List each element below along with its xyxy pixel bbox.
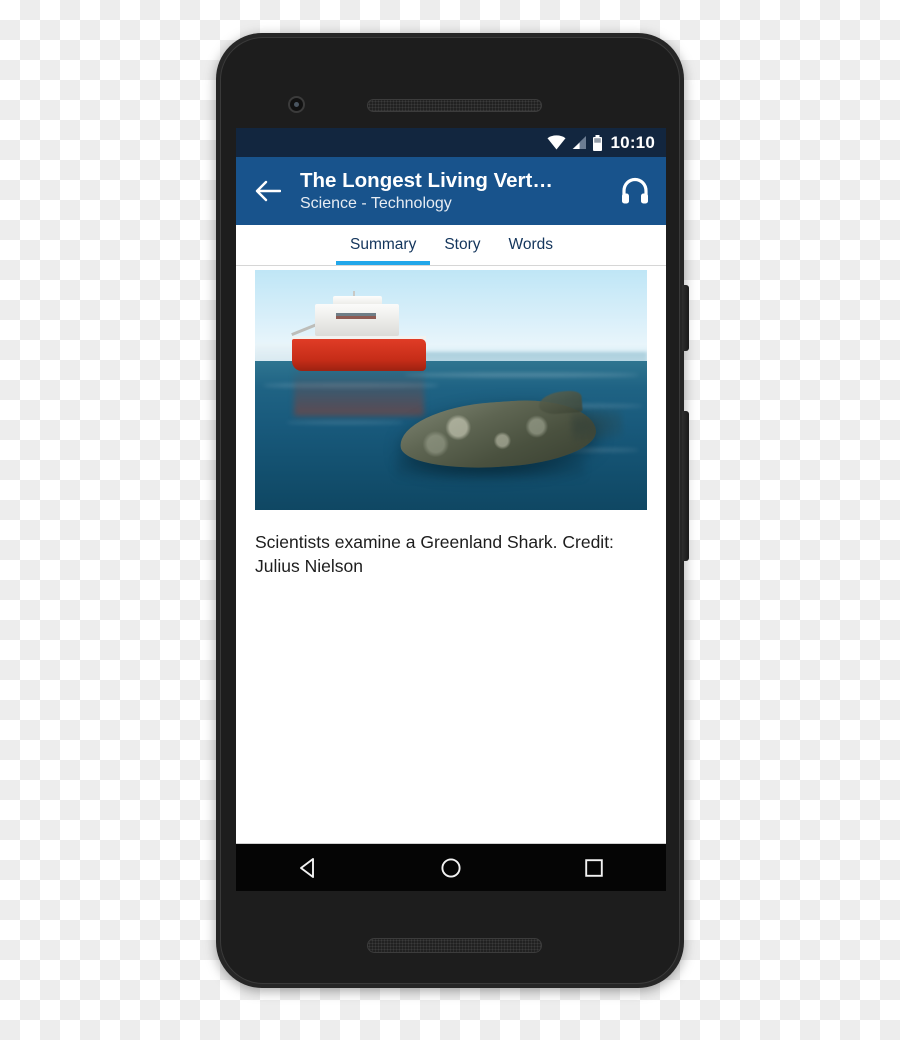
bottom-speaker-grille bbox=[367, 938, 542, 953]
page-subtitle: Science - Technology bbox=[300, 195, 452, 212]
nav-recents-button[interactable] bbox=[565, 844, 623, 892]
tab-words[interactable]: Words bbox=[495, 225, 568, 265]
headphones-button[interactable] bbox=[616, 172, 654, 210]
front-camera-icon bbox=[288, 96, 305, 113]
vessel-superstructure bbox=[315, 304, 400, 336]
volume-rocker-button[interactable] bbox=[682, 411, 689, 561]
tab-bar: Summary Story Words bbox=[236, 225, 666, 266]
battery-icon bbox=[592, 134, 603, 151]
tab-story[interactable]: Story bbox=[430, 225, 494, 265]
cell-signal-icon bbox=[571, 135, 587, 150]
wifi-icon bbox=[547, 135, 566, 150]
back-arrow-button[interactable] bbox=[250, 174, 284, 208]
nav-home-icon bbox=[441, 857, 461, 878]
back-arrow-icon bbox=[255, 180, 281, 202]
nav-back-button[interactable] bbox=[279, 844, 337, 892]
vessel-window bbox=[335, 316, 376, 320]
article-hero-image bbox=[255, 270, 647, 510]
power-button[interactable] bbox=[682, 285, 689, 351]
app-bar-titles: The Longest Living Vert… Science - Techn… bbox=[284, 168, 616, 214]
phone-screen: 10:10 The Longest Living Vert… Science -… bbox=[236, 128, 666, 891]
image-caption: Scientists examine a Greenland Shark. Cr… bbox=[255, 532, 614, 576]
shark-tail bbox=[571, 407, 625, 443]
nav-recents-icon bbox=[585, 858, 604, 877]
status-bar: 10:10 bbox=[236, 128, 666, 157]
research-vessel bbox=[286, 290, 431, 371]
earpiece-speaker-grille bbox=[367, 99, 542, 112]
vessel-reflection bbox=[294, 368, 424, 417]
app-bar: The Longest Living Vert… Science - Techn… bbox=[236, 157, 666, 225]
status-clock: 10:10 bbox=[610, 132, 655, 152]
phone-device: 10:10 The Longest Living Vert… Science -… bbox=[216, 33, 689, 988]
vessel-hull bbox=[292, 339, 426, 371]
nav-home-button[interactable] bbox=[422, 844, 480, 892]
nav-back-icon bbox=[299, 857, 314, 878]
page-title: The Longest Living Vert… bbox=[300, 169, 553, 192]
tab-summary[interactable]: Summary bbox=[336, 225, 431, 265]
article-summary-content: Scientists examine a Greenland Shark. Cr… bbox=[236, 266, 666, 882]
headphones-icon bbox=[622, 177, 648, 204]
android-navigation-bar bbox=[236, 843, 666, 891]
